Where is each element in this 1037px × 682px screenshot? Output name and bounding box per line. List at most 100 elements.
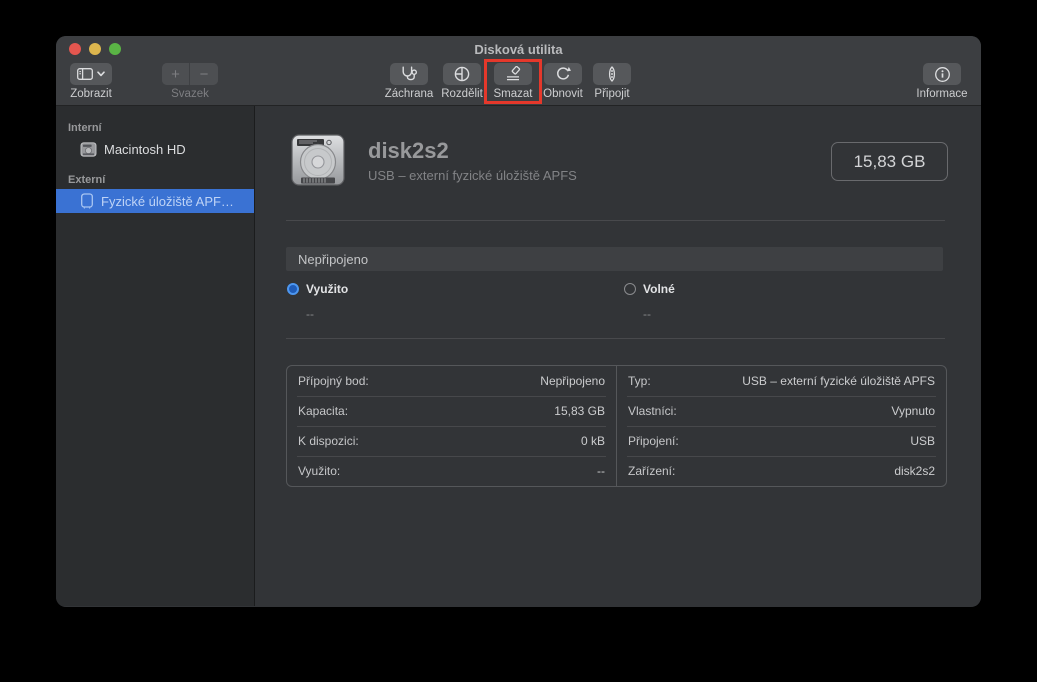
partition-toolbar-item: Rozdělit <box>436 63 488 100</box>
legend-item-free: Volné -- <box>624 282 961 321</box>
view-button-label: Zobrazit <box>70 88 112 100</box>
detail-value: 0 kB <box>581 434 605 448</box>
eraser-icon <box>505 66 521 82</box>
erase-toolbar-item: Smazat <box>488 63 538 100</box>
sidebar-section-internal: Interní <box>68 122 254 134</box>
partition-button[interactable] <box>443 63 481 85</box>
table-row: Připojení: USB <box>617 426 946 456</box>
device-title-block: disk2s2 USB – externí fyzické úložiště A… <box>368 138 577 183</box>
mount-toolbar-item: Připojit <box>588 63 636 100</box>
detail-label: Připojení: <box>628 434 679 448</box>
detail-label: Vlastníci: <box>628 404 677 418</box>
sidebar-view-icon <box>77 68 93 80</box>
detail-label: Typ: <box>628 374 651 388</box>
table-row: Zařízení: disk2s2 <box>617 456 946 486</box>
first-aid-label: Záchrana <box>385 88 434 100</box>
volume-segmented-control: + − <box>162 63 218 85</box>
internal-drive-icon <box>80 142 97 157</box>
sidebar-section-external: Externí <box>68 174 254 186</box>
mount-label: Připojit <box>594 88 629 100</box>
detail-label: Využito: <box>298 464 340 478</box>
table-row: Kapacita: 15,83 GB <box>287 396 616 426</box>
detail-value: -- <box>597 464 605 478</box>
restore-label: Obnovit <box>543 88 583 100</box>
free-legend-dot <box>624 283 636 295</box>
separator <box>286 220 945 221</box>
traffic-lights <box>69 43 121 55</box>
volume-group-label: Svazek <box>171 88 209 100</box>
detail-label: Přípojný bod: <box>298 374 369 388</box>
sidebar-item-external-apfs[interactable]: Fyzické úložiště APF… <box>56 189 254 213</box>
legend-item-used: Využito -- <box>287 282 624 321</box>
free-legend-label: Volné <box>643 282 675 296</box>
info-circle-icon <box>934 66 951 83</box>
view-toolbar-group: Zobrazit <box>64 63 118 100</box>
erase-button[interactable] <box>494 63 532 85</box>
partition-map-bar: Nepřipojeno <box>286 247 943 271</box>
titlebar: Disková utilita <box>56 36 981 60</box>
restore-button[interactable] <box>544 63 582 85</box>
sidebar-item-label: Macintosh HD <box>104 142 186 157</box>
stethoscope-icon <box>399 66 419 82</box>
sidebar-item-macintosh-hd[interactable]: Macintosh HD <box>56 137 254 161</box>
table-row: Vlastníci: Vypnuto <box>617 396 946 426</box>
mount-icon-button[interactable] <box>593 63 631 85</box>
free-legend-value: -- <box>643 307 961 321</box>
remove-volume-button[interactable]: − <box>190 63 218 85</box>
window-title: Disková utilita <box>56 36 981 63</box>
mount-spindle-icon <box>606 66 618 82</box>
add-volume-button[interactable]: + <box>162 63 190 85</box>
detail-value: Nepřipojeno <box>540 374 605 388</box>
window-header: Disková utilita <box>56 36 981 106</box>
chevron-down-icon <box>97 71 105 77</box>
hard-drive-icon <box>288 130 348 190</box>
used-legend-label: Využito <box>306 282 348 296</box>
partition-pie-icon <box>454 66 470 82</box>
table-row: K dispozici: 0 kB <box>287 426 616 456</box>
restore-toolbar-item: Obnovit <box>538 63 588 100</box>
sidebar-item-label: Fyzické úložiště APF… <box>101 194 234 209</box>
detail-value: Vypnuto <box>891 404 935 418</box>
info-label: Informace <box>916 88 967 100</box>
detail-value: disk2s2 <box>894 464 935 478</box>
restore-arrow-icon <box>555 66 571 82</box>
used-legend-value: -- <box>306 307 624 321</box>
device-description: USB – externí fyzické úložiště APFS <box>368 168 577 183</box>
detail-label: K dispozici: <box>298 434 359 448</box>
table-row: Typ: USB – externí fyzické úložiště APFS <box>617 366 946 396</box>
window-body: Interní Macintosh HD Externí <box>56 106 981 606</box>
zoom-window-button[interactable] <box>109 43 121 55</box>
device-header: disk2s2 USB – externí fyzické úložiště A… <box>288 130 577 190</box>
actions-toolbar-group: Záchrana <box>382 63 636 100</box>
used-legend-dot <box>287 283 299 295</box>
sidebar: Interní Macintosh HD Externí <box>56 106 255 606</box>
device-name: disk2s2 <box>368 138 577 164</box>
details-left-column: Přípojný bod: Nepřipojeno Kapacita: 15,8… <box>287 366 617 486</box>
minimize-window-button[interactable] <box>89 43 101 55</box>
toolbar: Zobrazit + − Svazek <box>56 60 981 105</box>
detail-value: USB <box>910 434 935 448</box>
main-content: disk2s2 USB – externí fyzické úložiště A… <box>255 106 981 606</box>
erase-label: Smazat <box>494 88 533 100</box>
info-toolbar-item: Informace <box>911 63 973 100</box>
info-button[interactable] <box>923 63 961 85</box>
details-right-column: Typ: USB – externí fyzické úložiště APFS… <box>617 366 946 486</box>
close-window-button[interactable] <box>69 43 81 55</box>
disk-utility-window: Disková utilita <box>56 36 981 607</box>
usage-legend: Využito -- Volné -- <box>287 282 961 321</box>
separator <box>286 338 945 339</box>
first-aid-toolbar-item: Záchrana <box>382 63 436 100</box>
view-button[interactable] <box>70 63 112 85</box>
detail-value: USB – externí fyzické úložiště APFS <box>742 374 935 388</box>
partition-label: Rozdělit <box>441 88 483 100</box>
table-row: Využito: -- <box>287 456 616 486</box>
first-aid-button[interactable] <box>390 63 428 85</box>
details-table: Přípojný bod: Nepřipojeno Kapacita: 15,8… <box>286 365 947 487</box>
capacity-badge: 15,83 GB <box>831 142 948 181</box>
detail-label: Zařízení: <box>628 464 675 478</box>
detail-value: 15,83 GB <box>554 404 605 418</box>
detail-label: Kapacita: <box>298 404 348 418</box>
external-drive-icon <box>80 193 94 209</box>
table-row: Přípojný bod: Nepřipojeno <box>287 366 616 396</box>
volume-toolbar-group: + − Svazek <box>156 63 224 100</box>
